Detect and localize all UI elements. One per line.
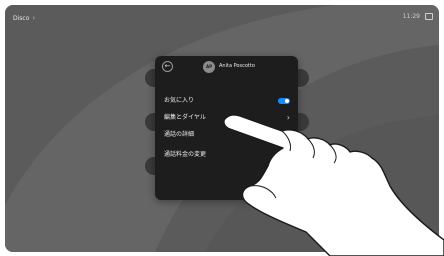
pointing-hand-icon [223, 114, 444, 256]
